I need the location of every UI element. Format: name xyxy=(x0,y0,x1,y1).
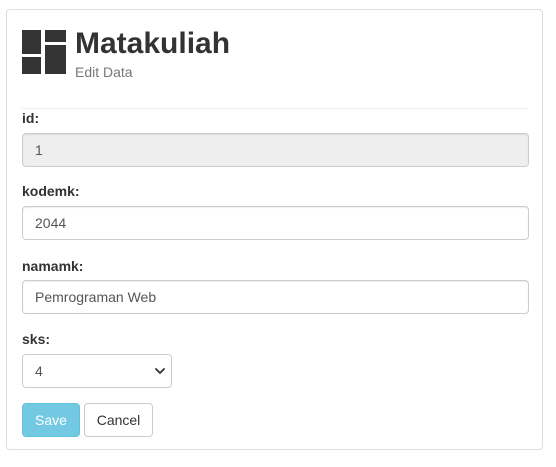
page-header: Matakuliah Edit Data xyxy=(22,27,528,88)
edit-panel: Matakuliah Edit Data id: kodemk: namamk:… xyxy=(6,9,543,450)
sks-label: sks: xyxy=(22,331,51,347)
save-button[interactable]: Save xyxy=(22,403,80,437)
namamk-field[interactable] xyxy=(22,280,529,314)
cancel-button[interactable]: Cancel xyxy=(84,403,153,437)
namamk-label: namamk: xyxy=(22,258,84,274)
id-field[interactable] xyxy=(22,133,529,167)
page-subtitle: Edit Data xyxy=(75,64,133,80)
kodemk-label: kodemk: xyxy=(22,183,80,199)
header-divider xyxy=(22,108,528,109)
sks-select[interactable]: 4 xyxy=(22,354,172,388)
id-label: id: xyxy=(22,110,40,126)
kodemk-field[interactable] xyxy=(22,206,529,240)
page-title: Matakuliah xyxy=(75,27,231,60)
dashboard-grid-icon xyxy=(22,30,66,74)
